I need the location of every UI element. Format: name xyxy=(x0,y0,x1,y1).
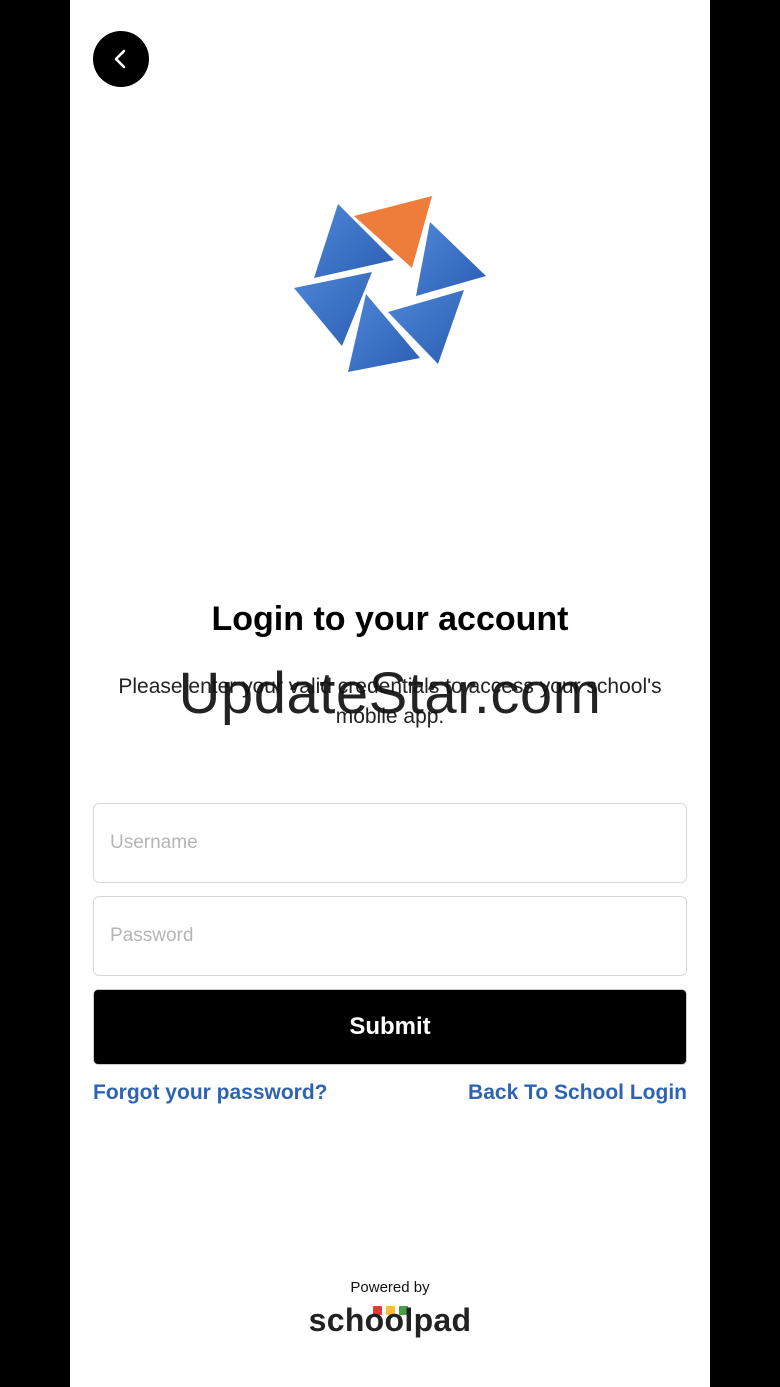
brand-logo: schoolpad xyxy=(308,1302,472,1338)
page-subtitle: Please enter your valid credentials to a… xyxy=(118,675,662,728)
login-screen: Login to your account Please enter your … xyxy=(70,0,710,1387)
username-input[interactable] xyxy=(93,803,687,883)
powered-by-label: Powered by xyxy=(350,1279,430,1296)
submit-button[interactable]: Submit xyxy=(93,989,687,1065)
star-pinwheel-logo-icon xyxy=(294,196,486,372)
back-button[interactable] xyxy=(93,31,149,87)
chevron-left-icon xyxy=(114,49,126,69)
back-to-school-login-link[interactable]: Back To School Login xyxy=(468,1081,687,1105)
forgot-password-link[interactable]: Forgot your password? xyxy=(93,1081,328,1105)
page-title: Login to your account xyxy=(211,600,569,638)
password-input[interactable] xyxy=(93,896,687,976)
